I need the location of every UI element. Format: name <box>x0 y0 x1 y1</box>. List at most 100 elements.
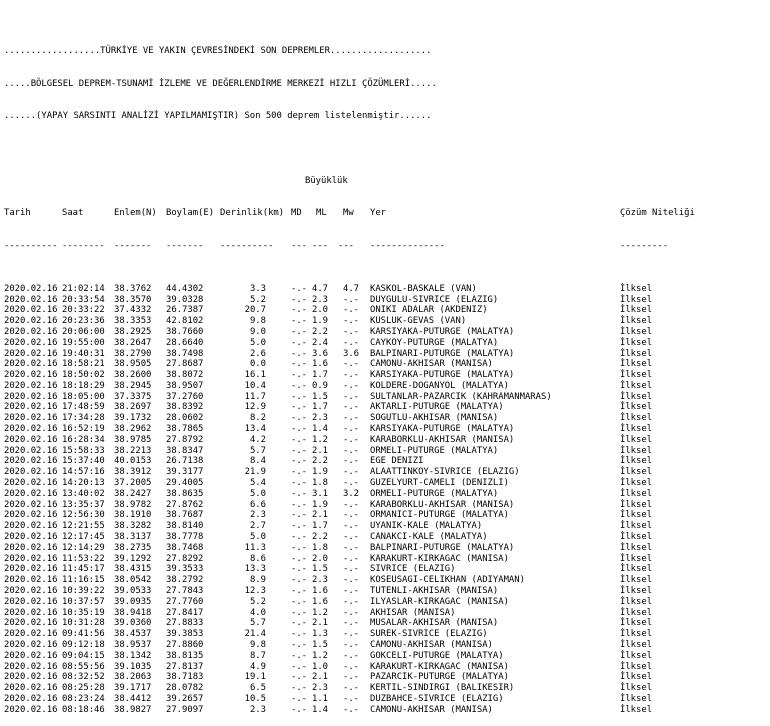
cell-tarih: 2020.02.16 <box>4 380 58 391</box>
cell-ml: 1.8 <box>312 542 329 553</box>
cell-yer: CAMONU-AKHISAR (MANISA) <box>370 640 493 651</box>
underline-ml: --- <box>312 240 329 251</box>
cell-boylam: 29.4005 <box>166 478 204 489</box>
cell-boylam: 26.7387 <box>166 305 204 316</box>
cell-enlem: 38.1910 <box>114 510 152 521</box>
cell-cozum: İlksel <box>620 316 653 327</box>
cell-mw: -.- <box>343 596 360 607</box>
cell-cozum: İlksel <box>620 575 653 586</box>
header-title-line: ..................TÜRKİYE VE YAKIN ÇEVRE… <box>4 46 437 57</box>
cell-md: -.- <box>291 575 308 586</box>
cell-derinlik: 5.7 <box>249 445 266 456</box>
cell-tarih: 2020.02.16 <box>4 326 58 337</box>
cell-derinlik: 8.4 <box>249 456 266 467</box>
cell-saat: 18:58:21 <box>62 359 105 370</box>
cell-cozum: İlksel <box>620 618 653 629</box>
cell-mw: -.- <box>343 359 360 370</box>
cell-saat: 19:55:00 <box>62 337 105 348</box>
cell-enlem: 38.0542 <box>114 575 152 586</box>
table-row: 2020.02.16 09:12:18 38.9537 27.8860 9.8 -.- 1.… <box>4 640 652 651</box>
table-row: 2020.02.16 12:17:45 38.3137 38.7778 5.0 -.- 2.… <box>4 532 652 543</box>
cell-cozum: İlksel <box>620 294 653 305</box>
cell-cozum: İlksel <box>620 564 653 575</box>
cell-cozum: İlksel <box>620 413 653 424</box>
cell-tarih: 2020.02.16 <box>4 694 58 704</box>
cell-mw: -.- <box>343 413 360 424</box>
cell-md: -.- <box>291 672 308 683</box>
col-yer: Yer <box>370 208 387 219</box>
cell-md: -.- <box>291 510 308 521</box>
cell-ml: 1.4 <box>312 704 329 715</box>
cell-yer: KUSLUK-GEVAS (VAN) <box>370 316 467 327</box>
table-row: 2020.02.16 16:52:19 38.2962 38.7865 13.4 -.- 1… <box>4 424 652 435</box>
cell-saat: 20:33:22 <box>62 305 105 316</box>
cell-derinlik: 20.7 <box>244 305 266 316</box>
cell-yer: ORMELI-PUTURGE (MALATYA) <box>370 488 499 499</box>
cell-enlem: 38.2063 <box>114 672 152 683</box>
cell-boylam: 27.9097 <box>166 704 204 715</box>
cell-ml: 4.7 <box>312 283 329 294</box>
cell-ml: 1.2 <box>312 650 329 661</box>
cell-tarih: 2020.02.16 <box>4 618 58 629</box>
cell-mw: -.- <box>343 467 360 478</box>
underline-derinlik: ---------- <box>220 240 274 251</box>
cell-derinlik: 4.9 <box>249 661 266 672</box>
cell-yer: SUREK-SIVRICE (ELAZIG) <box>370 629 488 640</box>
cell-cozum: İlksel <box>620 337 653 348</box>
cell-tarih: 2020.02.16 <box>4 478 58 489</box>
cell-boylam: 27.8762 <box>166 499 204 510</box>
cell-yer: AKTARLI-PUTURGE (MALATYA) <box>370 402 504 413</box>
cell-enlem: 38.4537 <box>114 629 152 640</box>
cell-yer: KARSIYAKA-PUTURGE (MALATYA) <box>370 326 515 337</box>
cell-boylam: 27.8687 <box>166 359 204 370</box>
cell-cozum: İlksel <box>620 478 653 489</box>
col-cozum: Çözüm Niteliği <box>620 208 695 219</box>
cell-enlem: 38.2600 <box>114 370 152 381</box>
cell-boylam: 38.7778 <box>166 532 204 543</box>
table-row: 2020.02.16 18:18:29 38.2945 38.9507 10.4 -.- 0… <box>4 380 652 392</box>
cell-boylam: 38.7468 <box>166 542 204 553</box>
cell-enlem: 38.9505 <box>114 359 152 370</box>
table-row: 2020.02.16 09:41:56 38.4537 39.3853 21.4 -.- 1… <box>4 629 652 640</box>
cell-cozum: İlksel <box>620 434 653 445</box>
col-ml: ML <box>316 208 327 219</box>
cell-derinlik: 9.0 <box>249 326 266 337</box>
cell-ml: 1.8 <box>312 478 329 489</box>
cell-enlem: 38.9785 <box>114 434 152 445</box>
table-row: 2020.02.16 09:04:15 38.1342 38.8135 8.7 -.- 1.… <box>4 650 652 662</box>
column-underline-row: ---------- -------- ------- ------- ----… <box>4 240 668 252</box>
cell-tarih: 2020.02.16 <box>4 650 58 661</box>
cell-ml: 2.2 <box>312 456 329 467</box>
cell-derinlik: 10.4 <box>244 380 266 391</box>
cell-cozum: İlksel <box>620 553 653 564</box>
cell-enlem: 38.2647 <box>114 337 152 348</box>
underline-boylam: ------- <box>166 240 204 251</box>
cell-enlem: 38.2790 <box>114 348 152 359</box>
cell-yer: KARSIYAKA-PUTURGE (MALATYA) <box>370 424 515 435</box>
cell-derinlik: 13.4 <box>244 424 266 435</box>
cell-derinlik: 5.4 <box>249 478 266 489</box>
cell-ml: 1.6 <box>312 359 329 370</box>
cell-derinlik: 5.0 <box>249 337 266 348</box>
cell-md: -.- <box>291 586 308 597</box>
cell-yer: ORMELI-PUTURGE (MALATYA) <box>370 445 499 456</box>
cell-mw: -.- <box>343 305 360 316</box>
cell-enlem: 38.2697 <box>114 402 152 413</box>
cell-saat: 18:18:29 <box>62 380 105 391</box>
cell-cozum: İlksel <box>620 640 653 651</box>
listing-header: ..................TÜRKİYE VE YAKIN ÇEVRE… <box>4 25 437 144</box>
cell-boylam: 38.9507 <box>166 380 204 391</box>
underline-md: --- <box>291 240 308 251</box>
cell-derinlik: 5.0 <box>249 532 266 543</box>
cell-cozum: İlksel <box>620 694 653 704</box>
cell-enlem: 40.0153 <box>114 456 152 467</box>
header-center: .....BÖLGESEL DEPREM-TSUNAMİ İZLEME VE D… <box>4 78 437 89</box>
cell-saat: 08:23:24 <box>62 694 105 704</box>
cell-md: -.- <box>291 694 308 704</box>
cell-mw: -.- <box>343 640 360 651</box>
cell-cozum: İlksel <box>620 380 653 391</box>
cell-saat: 10:37:57 <box>62 596 105 607</box>
cell-ml: 2.3 <box>312 413 329 424</box>
cell-ml: 1.6 <box>312 586 329 597</box>
cell-derinlik: 5.7 <box>249 618 266 629</box>
